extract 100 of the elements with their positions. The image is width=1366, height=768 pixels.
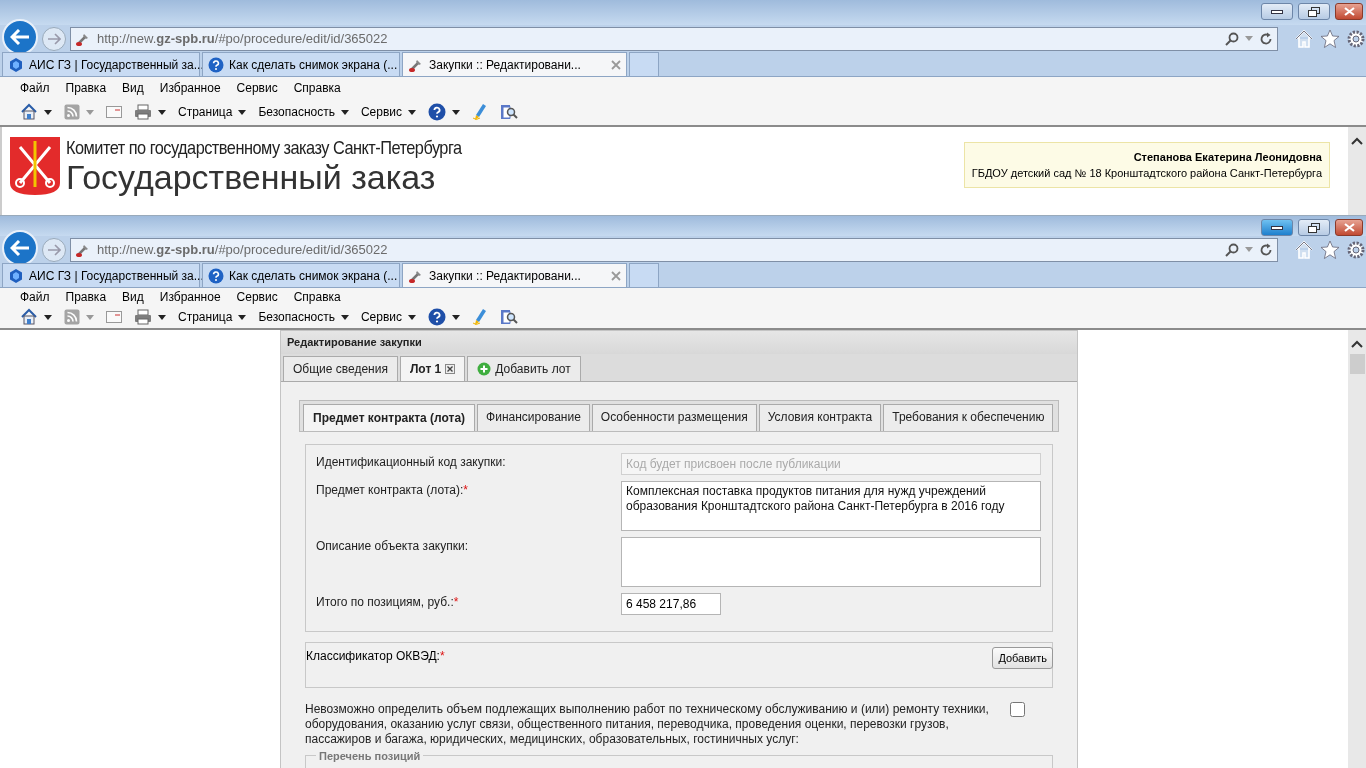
user-organization: ГБДОУ детский сад № 18 Кронштадтского района Санкт-Петербурга [971, 166, 1322, 181]
field-label: Описание объекта закупки: [316, 537, 469, 555]
plus-circle-icon [477, 361, 492, 376]
tab-title: Как сделать снимок экрана (... [229, 267, 398, 285]
tab[interactable]: Добавить лот [467, 355, 581, 381]
browser-tab[interactable]: АИС ГЗ | Государственный за... [2, 52, 200, 76]
toolbar-menu[interactable]: Страница [178, 103, 233, 121]
envelope-icon[interactable] [106, 311, 122, 323]
envelope-icon[interactable] [106, 106, 122, 118]
caret-icon[interactable] [238, 314, 247, 320]
tab[interactable]: Требования к обеспечению [883, 403, 1054, 431]
star-icon[interactable] [1320, 28, 1340, 49]
home-icon[interactable] [1294, 239, 1314, 260]
caret-icon[interactable] [158, 314, 166, 320]
browser-tab[interactable]: Закупки :: Редактировани... [402, 52, 627, 76]
hexagon-icon [8, 267, 24, 284]
add-button[interactable]: Добавить [992, 646, 1053, 669]
scrollbar[interactable] [1348, 330, 1366, 768]
menu-item[interactable]: Вид [114, 79, 152, 97]
arrow-right-icon [47, 32, 61, 45]
address-bar[interactable]: http://new.gz-spb.ru/#po/procedure/edit/id/365022 [70, 26, 1278, 51]
caret-icon[interactable] [452, 314, 461, 320]
pen-icon[interactable] [472, 308, 489, 326]
help-icon [208, 56, 224, 73]
menu-item[interactable]: Правка [57, 288, 115, 306]
menu-item[interactable]: Избранное [151, 288, 229, 306]
menu-item[interactable]: Справка [285, 79, 349, 97]
field-label: Идентификационный код закупки: [316, 453, 507, 471]
caret-icon[interactable] [238, 109, 247, 115]
chevron-up-icon[interactable] [1351, 340, 1363, 348]
arrow-right-icon [47, 243, 61, 256]
printer-icon[interactable] [134, 309, 152, 325]
restore-button[interactable] [1298, 219, 1330, 236]
home-icon[interactable] [20, 308, 38, 326]
toolbar-menu[interactable]: Безопасность [258, 103, 335, 121]
browser-tab[interactable]: Как сделать снимок экрана (... [202, 52, 400, 76]
menu-item[interactable]: Файл [12, 79, 58, 97]
menu-item[interactable]: Файл [12, 288, 58, 306]
tab[interactable]: Особенности размещения [591, 403, 757, 431]
menu-item[interactable]: Сервис [228, 288, 286, 306]
minimize-button[interactable] [1261, 219, 1293, 236]
browser-tab[interactable]: Закупки :: Редактировани... [402, 263, 627, 287]
refresh-icon[interactable] [1259, 31, 1273, 46]
caret-icon[interactable] [158, 109, 166, 115]
help-icon[interactable] [428, 308, 447, 326]
restore-button[interactable] [1298, 3, 1330, 20]
close-button[interactable] [1335, 219, 1363, 236]
pen-icon[interactable] [472, 103, 489, 121]
toolbar-menu[interactable]: Сервис [360, 103, 403, 121]
close-icon[interactable] [445, 363, 456, 374]
menu-item[interactable]: Сервис [228, 79, 286, 97]
search-icon[interactable] [1225, 31, 1239, 46]
settings-icon[interactable] [1346, 28, 1366, 49]
scroll-thumb[interactable] [1349, 354, 1365, 374]
menu-item[interactable]: Справка [285, 288, 349, 306]
caret-icon[interactable] [340, 314, 349, 320]
caret-icon[interactable] [44, 109, 52, 115]
tab[interactable]: Лот 1 [399, 355, 466, 381]
help-icon[interactable] [428, 103, 447, 121]
toolbar-menu[interactable]: Безопасность [258, 308, 335, 326]
browser-tab[interactable]: АИС ГЗ | Государственный за... [2, 263, 200, 287]
tab-title: Как сделать снимок экрана (... [229, 56, 398, 74]
caret-icon[interactable] [408, 314, 417, 320]
caret-icon[interactable] [340, 109, 349, 115]
chevron-up-icon[interactable] [1351, 137, 1363, 145]
caret-icon[interactable] [452, 109, 461, 115]
menu-item[interactable]: Вид [114, 288, 152, 306]
restore-icon [1308, 6, 1320, 17]
arrow-left-icon [10, 239, 30, 256]
tab[interactable]: Общие сведения [283, 355, 398, 381]
menu-item[interactable]: Правка [57, 79, 115, 97]
field-label: Классификатор ОКВЭД:* [306, 647, 445, 665]
refresh-icon[interactable] [1259, 242, 1273, 257]
home-icon[interactable] [1294, 28, 1314, 49]
scrollbar[interactable] [1348, 127, 1366, 215]
address-bar[interactable]: http://new.gz-spb.ru/#po/procedure/edit/id/365022 [70, 237, 1278, 262]
checkbox[interactable] [1010, 702, 1025, 717]
toolbar-menu[interactable]: Страница [178, 308, 233, 326]
field-label: Итого по позициям, руб.:* [316, 593, 460, 611]
home-icon[interactable] [20, 103, 38, 121]
caret-icon[interactable] [44, 314, 52, 320]
caret-icon[interactable] [408, 109, 417, 115]
close-button[interactable] [1335, 3, 1363, 20]
browser-tab[interactable]: Как сделать снимок экрана (... [202, 263, 400, 287]
tab[interactable]: Финансирование [477, 403, 590, 431]
input-field[interactable]: 6 458 217,86 [621, 592, 721, 615]
tab[interactable]: Предмет контракта (лота) [303, 403, 476, 431]
url-text: http://new.gz-spb.ru/#po/procedure/edit/id/365022 [97, 240, 389, 259]
book-magnifier-icon[interactable] [500, 103, 519, 121]
menu-item[interactable]: Избранное [151, 79, 229, 97]
close-icon [1343, 223, 1355, 232]
tab[interactable]: Условия контракта [758, 403, 882, 431]
star-icon[interactable] [1320, 239, 1340, 260]
printer-icon[interactable] [134, 104, 152, 120]
text-area[interactable]: Комплексная поставка продуктов питания для нужд учреждений образования Кронштадтского района Санкт-Петербурга в 2016 году [621, 480, 1041, 531]
minimize-button[interactable] [1261, 3, 1293, 20]
settings-icon[interactable] [1346, 239, 1366, 260]
toolbar-menu[interactable]: Сервис [360, 308, 403, 326]
search-icon[interactable] [1225, 242, 1239, 257]
book-magnifier-icon[interactable] [500, 308, 519, 326]
